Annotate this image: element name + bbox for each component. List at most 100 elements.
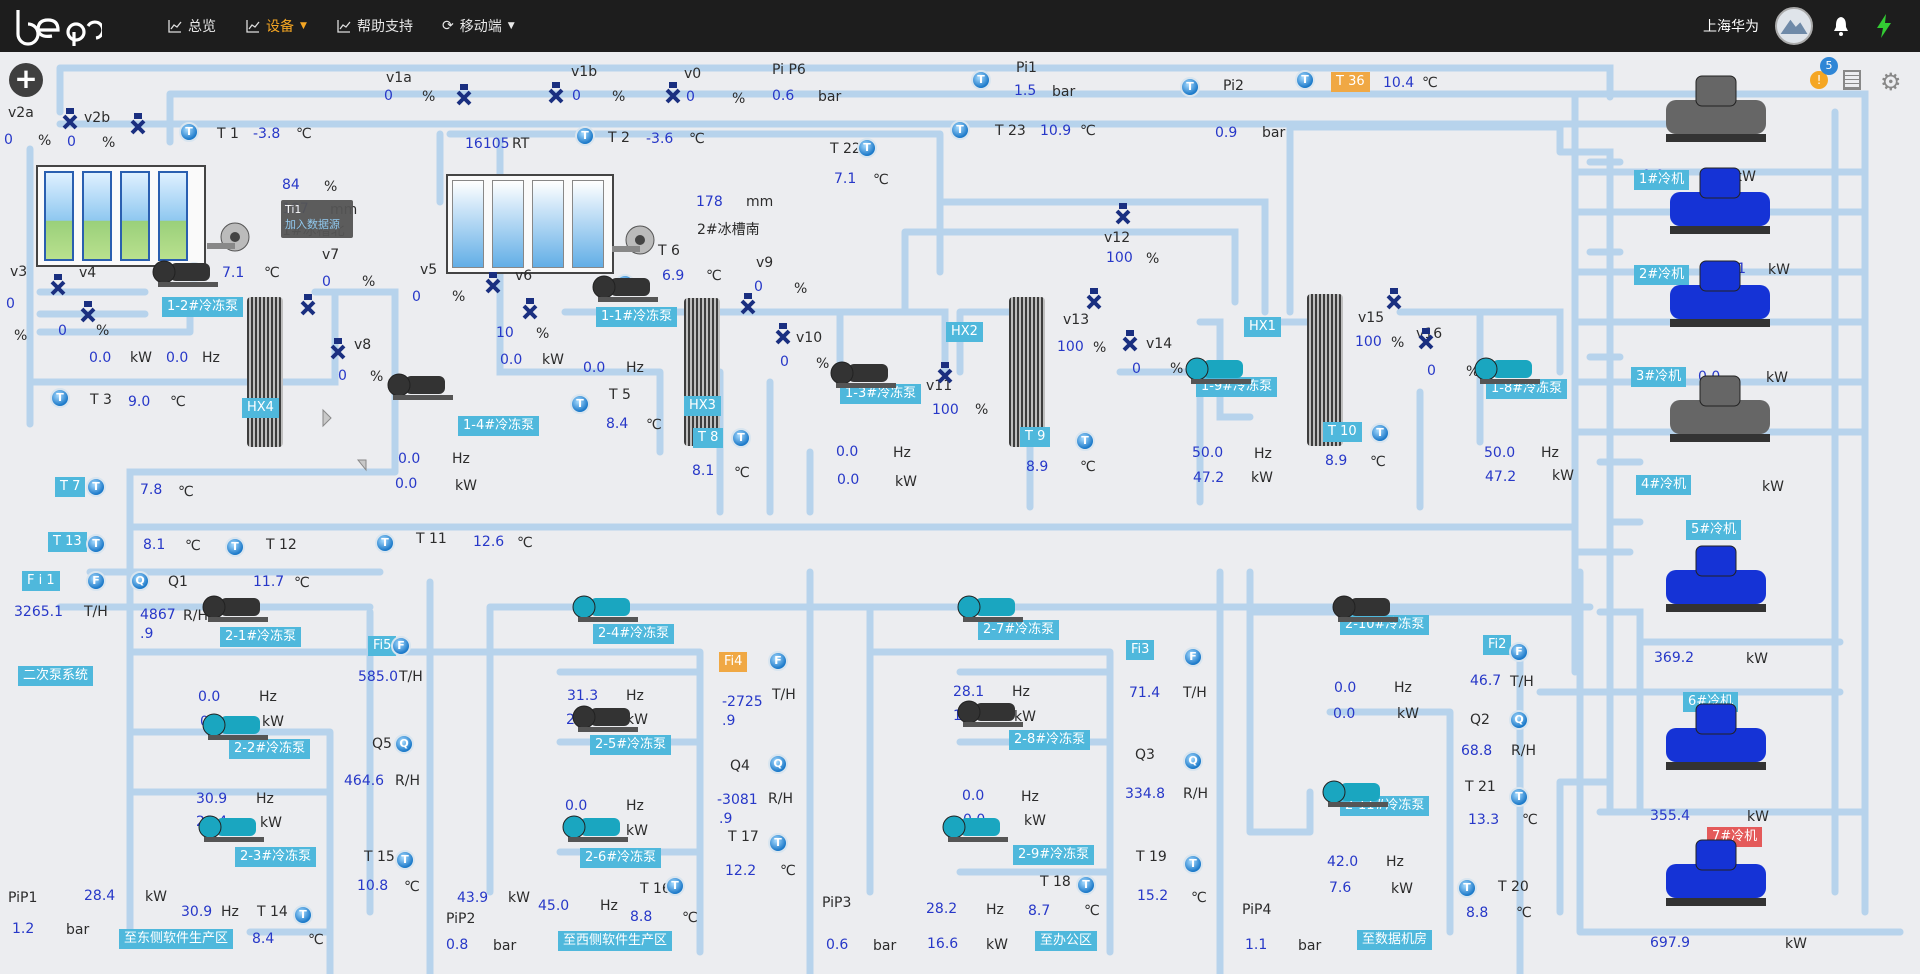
valve-icon[interactable] [522, 298, 538, 322]
sensor-icon[interactable]: T [1076, 875, 1096, 895]
chiller-icon[interactable] [1656, 540, 1776, 620]
valve-icon[interactable] [665, 82, 681, 106]
pump-icon[interactable] [955, 590, 1031, 624]
sensor-icon[interactable]: T [395, 850, 415, 870]
list-icon[interactable] [1843, 70, 1861, 90]
chiller-icon[interactable] [1656, 70, 1776, 150]
equipment-tag[interactable]: 1-2#冷冻泵 [162, 297, 244, 317]
pump-icon[interactable] [1183, 352, 1259, 386]
pump-icon[interactable] [940, 810, 1016, 844]
valve-icon[interactable] [1418, 328, 1434, 352]
sensor-icon[interactable]: Q [130, 571, 150, 591]
sensor-icon[interactable]: Q [1183, 751, 1203, 771]
chiller-icon[interactable] [1656, 698, 1776, 778]
sensor-icon[interactable]: T [179, 122, 199, 142]
valve-icon[interactable] [1115, 203, 1131, 227]
pump-icon[interactable] [200, 708, 276, 742]
heat-exchanger-hx3[interactable] [684, 298, 720, 446]
equipment-tag[interactable]: T 10 [1323, 422, 1362, 442]
equipment-tag[interactable]: 2-2#冷冻泵 [229, 739, 311, 759]
sensor-icon[interactable]: T [570, 394, 590, 414]
valve-icon[interactable] [548, 82, 564, 106]
valve-icon[interactable] [1122, 330, 1138, 354]
valve-icon[interactable] [1086, 288, 1102, 312]
valve-icon[interactable] [1386, 288, 1402, 312]
power-bolt-icon[interactable] [1876, 13, 1892, 39]
equipment-tag[interactable]: 2-1#冷冻泵 [220, 627, 302, 647]
sensor-icon[interactable]: T [768, 833, 788, 853]
nav-overview[interactable]: 总览 [168, 16, 216, 36]
equipment-tag[interactable]: 5#冷机 [1686, 520, 1742, 540]
equipment-tag[interactable]: 二次泵系统 [18, 666, 94, 686]
pump-icon[interactable] [570, 590, 646, 624]
equipment-tag[interactable]: 2-3#冷冻泵 [235, 847, 317, 867]
equipment-tag[interactable]: HX1 [1244, 317, 1281, 337]
equipment-tag[interactable]: HX2 [946, 322, 983, 342]
pump-icon[interactable] [1472, 352, 1548, 386]
equipment-tag[interactable]: 至西侧软件生产区 [558, 931, 673, 951]
valve-icon[interactable] [485, 272, 501, 296]
sensor-icon[interactable]: T [575, 126, 595, 146]
equipment-tag[interactable]: 2-5#冷冻泵 [590, 735, 672, 755]
valve-icon[interactable] [740, 293, 756, 317]
sensor-icon[interactable]: F [1183, 647, 1203, 667]
heat-exchanger-hx4[interactable] [247, 297, 283, 447]
equipment-tag[interactable]: 2-9#冷冻泵 [1013, 845, 1095, 865]
ice-tank-1[interactable] [36, 165, 206, 267]
pump-icon[interactable] [385, 368, 461, 402]
sensor-icon[interactable]: T [665, 876, 685, 896]
equipment-tag[interactable]: T 13 [48, 532, 87, 552]
gear-icon[interactable]: ⚙ [1880, 68, 1902, 96]
equipment-tag[interactable]: 1-1#冷冻泵 [596, 307, 678, 327]
equipment-tag[interactable]: HX3 [684, 396, 721, 416]
equipment-tag[interactable]: T 7 [55, 477, 86, 497]
sensor-icon[interactable]: T [86, 534, 106, 554]
equipment-tag[interactable]: 至办公区 [1035, 931, 1098, 951]
sensor-icon[interactable]: T [1180, 77, 1200, 97]
equipment-tag[interactable]: 1-4#冷冻泵 [458, 416, 540, 436]
sensor-icon[interactable]: T [375, 533, 395, 553]
pump-icon[interactable] [955, 695, 1031, 729]
sensor-icon[interactable]: T [1295, 70, 1315, 90]
chiller-icon[interactable] [1660, 370, 1780, 450]
valve-icon[interactable] [130, 113, 146, 137]
equipment-tag[interactable]: T 9 [1020, 427, 1051, 447]
avatar[interactable] [1775, 7, 1813, 45]
equipment-tag[interactable]: Fi4 [719, 652, 748, 672]
sensor-icon[interactable]: F [391, 636, 411, 656]
sensor-icon[interactable]: Q [394, 734, 414, 754]
pump-icon[interactable] [196, 810, 272, 844]
equipment-tag[interactable]: 至东侧软件生产区 [119, 929, 234, 949]
equipment-tag[interactable]: Fi3 [1126, 640, 1155, 660]
nav-devices[interactable]: 设备 ▼ [246, 16, 307, 36]
chiller-icon[interactable] [1660, 162, 1780, 242]
pump-icon[interactable] [570, 700, 646, 734]
equipment-tag[interactable]: 4#冷机 [1636, 475, 1692, 495]
pump-icon[interactable] [1320, 775, 1396, 809]
nav-mobile[interactable]: ⟳ 移动端 ▼ [442, 16, 515, 36]
sensor-icon[interactable]: T [225, 537, 245, 557]
valve-icon[interactable] [456, 84, 472, 108]
pump-icon[interactable] [200, 590, 276, 624]
sensor-icon[interactable]: Q [1509, 710, 1529, 730]
sensor-icon[interactable]: T [1457, 878, 1477, 898]
sensor-icon[interactable]: T [950, 120, 970, 140]
equipment-tag[interactable]: HX4 [242, 398, 279, 418]
valve-icon[interactable] [80, 301, 96, 325]
tooltip-link[interactable]: 加入数据源 [285, 217, 349, 232]
valve-icon[interactable] [50, 274, 66, 298]
pump-icon[interactable] [590, 270, 666, 304]
pump-icon[interactable] [828, 356, 904, 390]
sensor-icon[interactable]: T [1075, 431, 1095, 451]
sensor-icon[interactable]: T [86, 477, 106, 497]
sensor-icon[interactable]: F [86, 571, 106, 591]
equipment-tag[interactable]: T 36 [1331, 72, 1370, 92]
pump-icon[interactable] [150, 255, 226, 289]
equipment-tag[interactable]: 2-6#冷冻泵 [580, 848, 662, 868]
sensor-icon[interactable]: T [50, 388, 70, 408]
sensor-icon[interactable]: T [293, 905, 313, 925]
sensor-icon[interactable]: F [1509, 642, 1529, 662]
valve-icon[interactable] [775, 323, 791, 347]
sensor-icon[interactable]: T [857, 138, 877, 158]
valve-icon[interactable] [62, 108, 78, 132]
